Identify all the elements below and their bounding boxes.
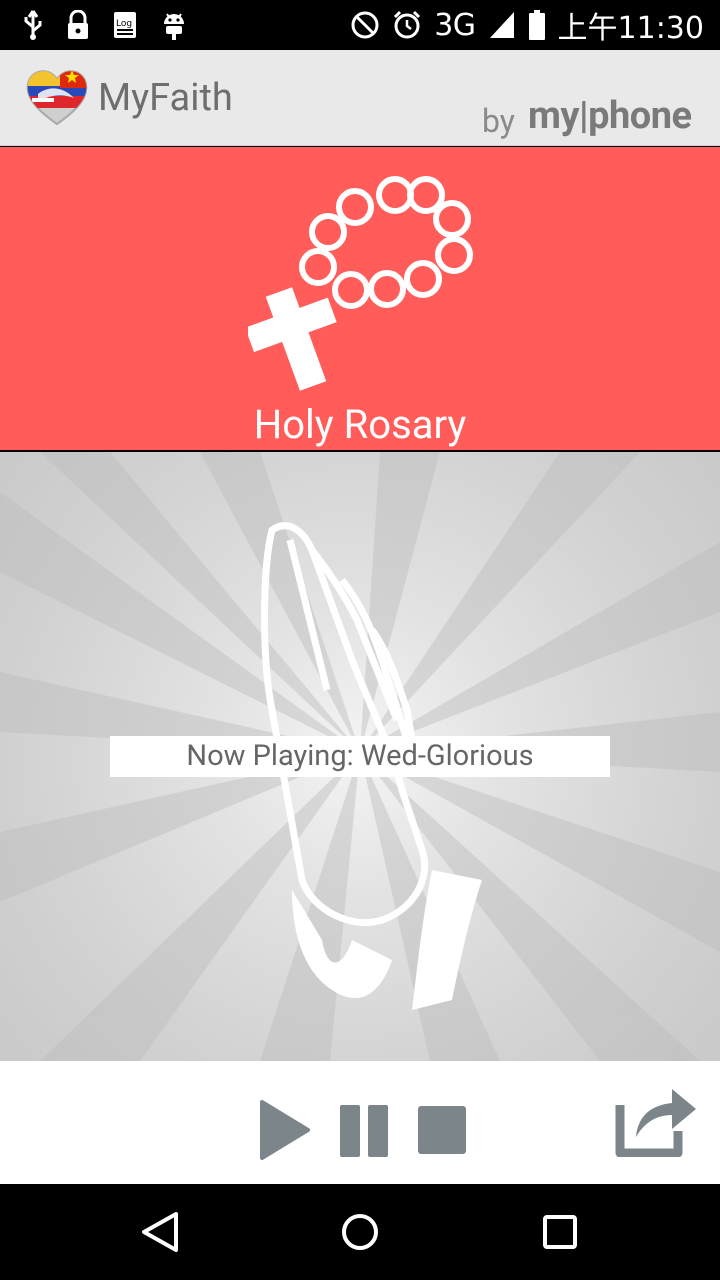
svg-text:Log: Log: [116, 19, 132, 29]
lock-icon: [68, 10, 88, 39]
status-right-icons: 3G 上午11:30: [350, 6, 704, 46]
play-icon[interactable]: [258, 1098, 312, 1162]
holy-rosary-panel[interactable]: Holy Rosary: [0, 147, 720, 450]
stop-icon[interactable]: [416, 1104, 468, 1156]
rosary-icon: [248, 176, 473, 391]
holy-rosary-label: Holy Rosary: [253, 401, 467, 448]
home-icon[interactable]: [336, 1208, 384, 1256]
share-icon[interactable]: [612, 1079, 698, 1157]
app-logo-heart-icon: [26, 70, 88, 126]
network-type: 3G: [434, 7, 476, 43]
do-not-disturb-icon: [351, 11, 379, 39]
app-bar: MyFaith by my|phone: [0, 50, 720, 146]
playback-controls: [0, 1061, 720, 1184]
status-bar: Log 3G 上午11:30: [0, 0, 720, 50]
back-icon[interactable]: [136, 1208, 184, 1256]
clock: 上午11:30: [557, 11, 704, 46]
status-left-icons: Log: [22, 8, 188, 42]
now-playing-label: Now Playing: Wed-Glorious: [110, 736, 610, 777]
brand-logo: my|phone: [528, 94, 692, 138]
battery-icon: [528, 10, 545, 40]
signal-icon: [489, 12, 514, 38]
by-label: by: [482, 102, 515, 140]
prayer-area: Now Playing: Wed-Glorious: [0, 452, 720, 1061]
navigation-bar: [0, 1184, 720, 1280]
recents-icon[interactable]: [536, 1208, 584, 1256]
app-title: MyFaith: [98, 76, 233, 120]
pause-icon[interactable]: [338, 1103, 392, 1159]
log-icon: Log: [114, 12, 136, 38]
alarm-icon: [394, 10, 421, 39]
android-icon: [164, 13, 184, 40]
usb-icon: [24, 10, 42, 40]
